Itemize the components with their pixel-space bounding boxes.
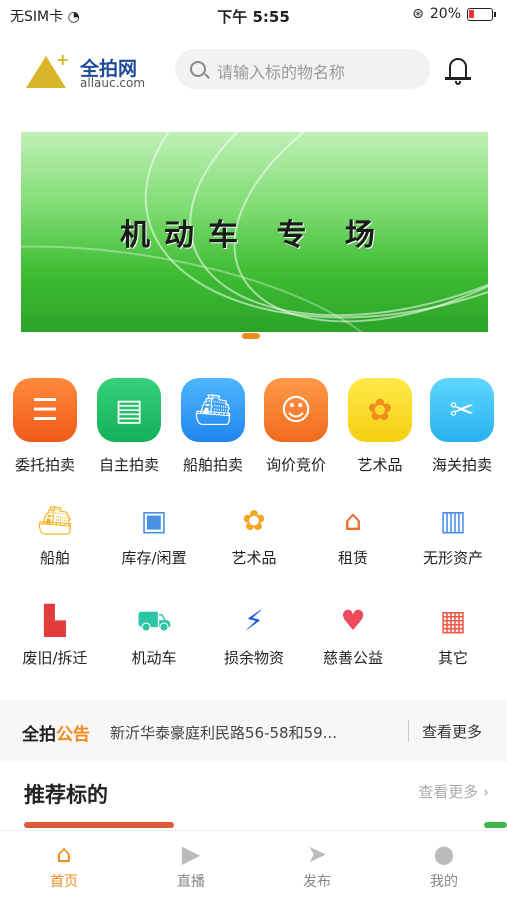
ship-icon: ⛴: [37, 504, 73, 537]
category-label: 海关拍卖: [431, 456, 492, 474]
video-icon: ▶: [181, 840, 201, 868]
status-bar: 无SIM卡 ◔ 下午 5:55 ⊛ 20%: [0, 0, 507, 30]
subcategory-label: 无形资产: [422, 549, 483, 567]
logo-domain: allauc.com: [80, 76, 146, 90]
user-icon: ●: [433, 840, 455, 868]
tab-label: 我的: [430, 874, 458, 890]
send-icon: ➤: [306, 840, 328, 868]
broken-bar-icon: ⚡: [244, 604, 264, 637]
subcategory-label: 慈善公益: [322, 649, 383, 667]
search-placeholder: 请输入标的物名称: [217, 63, 346, 82]
subcategory-vehicle[interactable]: ⛟ 机动车: [104, 603, 204, 668]
subcategory-label: 其它: [437, 649, 468, 667]
tab-live[interactable]: ▶ 直播: [151, 839, 231, 891]
tab-label: 直播: [177, 874, 205, 890]
sub-category-row-2: ▙ 废旧/拆迁 ⛟ 机动车 ⚡ 损余物资 ♥ 慈善公益 ▦ 其它: [0, 603, 507, 693]
recommend-card-peek-right[interactable]: [484, 822, 507, 828]
recommend-section-header: 推荐标的 查看更多 ›: [0, 765, 507, 825]
app-header: + 全拍网 allauc.com 请输入标的物名称: [0, 44, 507, 96]
customs-tools-icon: ✂: [430, 378, 494, 442]
subcategory-lease[interactable]: ⌂ 租赁: [303, 503, 403, 568]
notice-brand-part2: 公告: [56, 725, 90, 745]
chat-smile-icon: ☺: [264, 378, 328, 442]
tab-label: 发布: [303, 874, 331, 890]
category-label: 询价竞价: [265, 456, 326, 474]
tab-publish[interactable]: ➤ 发布: [277, 839, 357, 891]
notice-more-link[interactable]: 查看更多: [422, 721, 482, 742]
factory-icon: ▙: [44, 604, 66, 637]
subcategory-other[interactable]: ▦ 其它: [403, 603, 503, 668]
car-icon: ⛟: [136, 604, 172, 637]
promo-banner[interactable]: 机动车 专 场: [21, 132, 488, 332]
orientation-lock-icon: ⊛: [412, 6, 424, 22]
clipboard-icon: ▤: [97, 378, 161, 442]
subcategory-charity[interactable]: ♥ 慈善公益: [303, 603, 403, 668]
boxes-icon: ▣: [140, 504, 168, 537]
grid-icon: ▦: [439, 604, 467, 637]
category-label: 自主拍卖: [98, 456, 159, 474]
subcategory-label: 租赁: [337, 549, 368, 567]
palette-icon: ✿: [348, 378, 412, 442]
search-icon: [190, 61, 206, 77]
notice-bar[interactable]: 全拍公告 新沂华泰豪庭利民路56-58和59... 查看更多: [0, 700, 507, 762]
tab-profile[interactable]: ● 我的: [404, 839, 484, 891]
subcategory-scrap[interactable]: ▙ 废旧/拆迁: [5, 603, 105, 668]
battery-area: ⊛ 20%: [412, 6, 496, 22]
logo-plus-icon: +: [56, 50, 70, 69]
palette-icon: ✿: [242, 504, 266, 537]
divider: [408, 720, 409, 742]
category-artwork[interactable]: ✿ 艺术品: [338, 378, 422, 475]
document-list-icon: ☰: [13, 378, 77, 442]
battery-icon: [467, 7, 496, 21]
house-icon: ⌂: [344, 504, 362, 537]
battery-percent: 20%: [429, 6, 461, 22]
logo[interactable]: + 全拍网 allauc.com: [26, 50, 156, 92]
heart-icon: ♥: [340, 604, 366, 637]
category-entrust-auction[interactable]: ☰ 委托拍卖: [3, 378, 87, 475]
category-customs-auction[interactable]: ✂ 海关拍卖: [420, 378, 504, 475]
subcategory-label: 机动车: [131, 649, 177, 667]
subcategory-label: 船舶: [39, 549, 70, 567]
sub-category-row-1: ⛴ 船舶 ▣ 库存/闲置 ✿ 艺术品 ⌂ 租赁 ▥ 无形资产: [0, 503, 507, 593]
home-icon: ⌂: [56, 840, 72, 868]
subcategory-label: 库存/闲置: [121, 549, 187, 567]
subcategory-ship[interactable]: ⛴ 船舶: [5, 503, 105, 568]
category-ship-auction[interactable]: ⛴ 船舶拍卖: [171, 378, 255, 475]
subcategory-label: 废旧/拆迁: [22, 649, 88, 667]
notice-text[interactable]: 新沂华泰豪庭利民路56-58和59...: [110, 722, 390, 743]
category-inquiry-bidding[interactable]: ☺ 询价竞价: [254, 378, 338, 475]
notification-bell-icon[interactable]: [443, 54, 473, 88]
recommend-card-peek[interactable]: [24, 822, 174, 828]
recommend-more-link[interactable]: 查看更多 ›: [418, 781, 489, 802]
subcategory-salvage[interactable]: ⚡ 损余物资: [204, 603, 304, 668]
ship-icon: ⛴: [181, 378, 245, 442]
bottom-tab-bar: ⌂ 首页 ▶ 直播 ➤ 发布 ● 我的: [0, 830, 507, 900]
tab-home[interactable]: ⌂ 首页: [24, 839, 104, 891]
notice-brand-part1: 全拍: [22, 725, 56, 745]
notice-brand: 全拍公告: [22, 720, 90, 745]
category-label: 船舶拍卖: [182, 456, 243, 474]
subcategory-artwork[interactable]: ✿ 艺术品: [204, 503, 304, 568]
subcategory-label: 艺术品: [231, 549, 277, 567]
main-category-row: ☰ 委托拍卖 ▤ 自主拍卖 ⛴ 船舶拍卖 ☺ 询价竞价 ✿ 艺术品 ✂ 海关拍卖: [0, 378, 507, 478]
subcategory-label: 损余物资: [223, 649, 284, 667]
tab-label: 首页: [50, 874, 78, 890]
subcategory-inventory[interactable]: ▣ 库存/闲置: [104, 503, 204, 568]
search-input[interactable]: 请输入标的物名称: [175, 49, 430, 89]
subcategory-intangible[interactable]: ▥ 无形资产: [403, 503, 503, 568]
recommend-title: 推荐标的: [24, 783, 108, 807]
building-icon: ▥: [439, 504, 467, 537]
category-self-auction[interactable]: ▤ 自主拍卖: [87, 378, 171, 475]
banner-page-indicator: [242, 333, 260, 339]
category-label: 委托拍卖: [14, 456, 75, 474]
category-label: 艺术品: [357, 456, 403, 474]
banner-title: 机动车 专 场: [120, 218, 389, 253]
